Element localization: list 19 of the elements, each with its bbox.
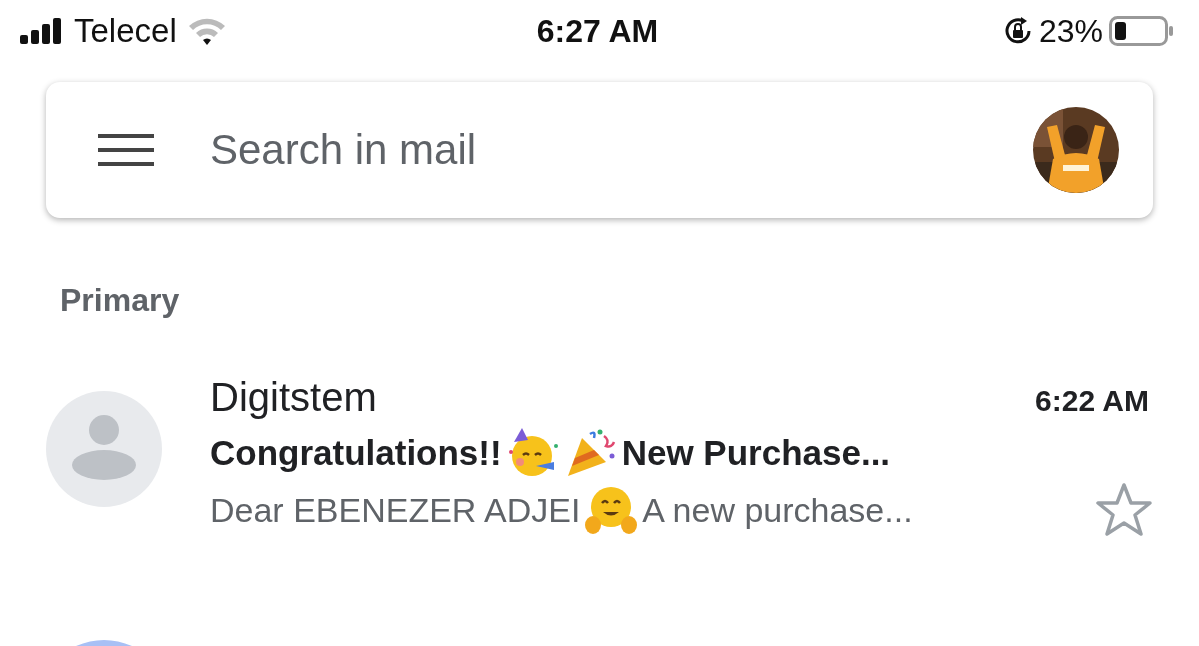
signal-icon <box>20 18 64 44</box>
carrier-name: Telecel <box>74 12 177 50</box>
status-time: 6:27 AM <box>536 12 659 50</box>
battery-icon <box>1109 16 1175 46</box>
avatar-icon <box>46 391 162 507</box>
rotation-lock-icon <box>1002 16 1033 46</box>
menu-icon[interactable] <box>98 134 154 166</box>
sender-name: Digitstem <box>210 375 377 420</box>
email-subject: New Purchase... <box>621 433 891 473</box>
email-row[interactable]: Digitstem 6:22 AM Congratulations!! New Purchase... Dear EBENEZER ADJEI A new purchase... <box>0 375 1199 538</box>
email-snippet: Dear EBENEZER ADJEI <box>210 490 581 530</box>
email-time: 6:22 AM <box>1035 384 1149 418</box>
search-field[interactable]: Search in mail <box>208 125 979 175</box>
email-subject: Congratulations!! <box>210 433 502 473</box>
email-snippet: A new purchase... <box>642 490 913 530</box>
section-heading: Primary <box>60 282 181 319</box>
hugging-face-icon <box>584 485 639 535</box>
star-icon[interactable] <box>1095 482 1153 538</box>
battery-percentage: 23% <box>1038 12 1103 50</box>
